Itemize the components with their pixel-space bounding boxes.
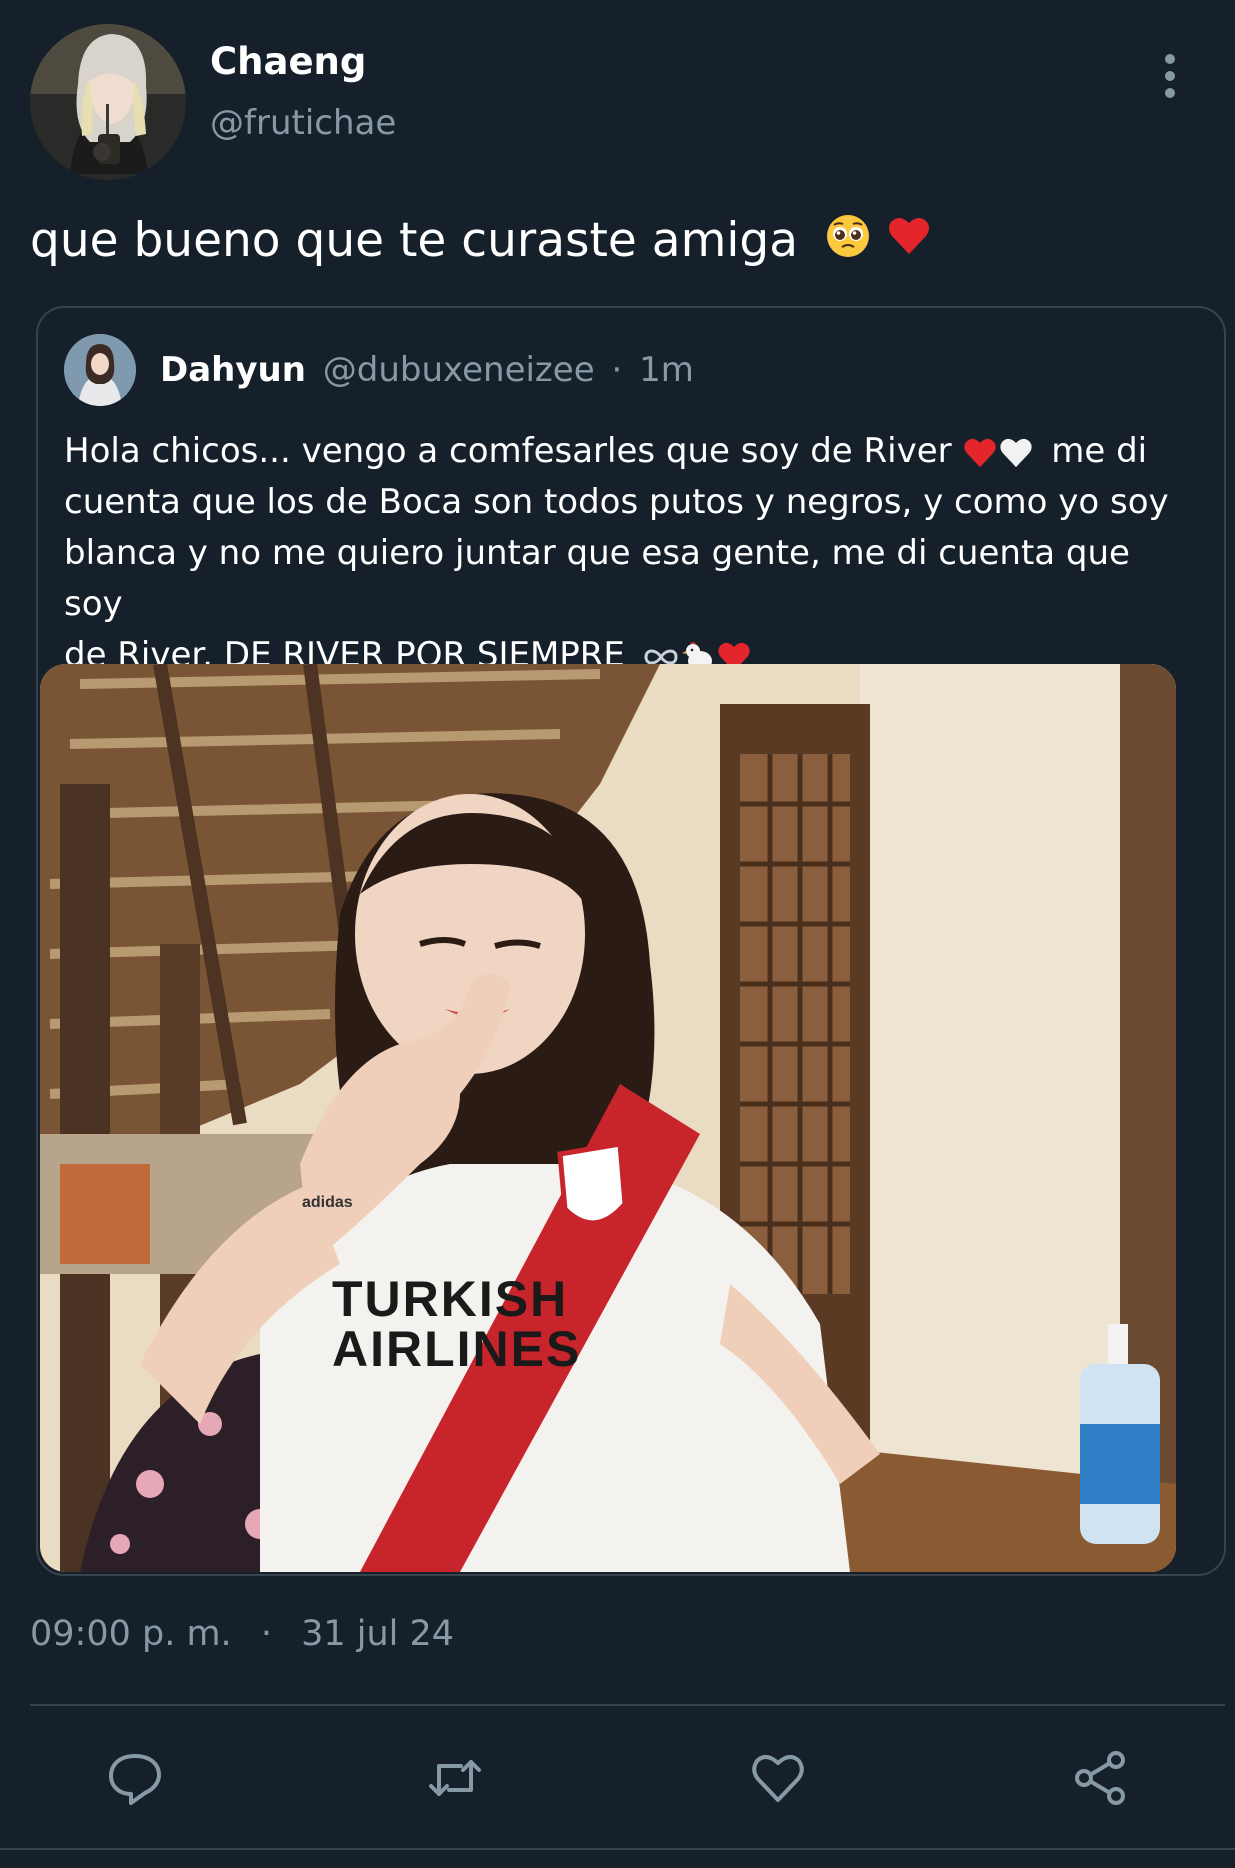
- quoted-avatar-image: [64, 334, 136, 406]
- avatar[interactable]: [30, 24, 186, 180]
- reply-button[interactable]: [105, 1748, 165, 1808]
- quoted-photo[interactable]: TURKISH AIRLINES adidas: [40, 664, 1176, 1572]
- quoted-handle: @dubuxeneizee: [322, 350, 595, 390]
- tweet-timestamp[interactable]: 09:00 p. m. · 31 jul 24: [30, 1614, 454, 1654]
- timestamp-separator: ·: [260, 1614, 272, 1654]
- share-icon: [1075, 1751, 1125, 1805]
- quoted-text-line: blanca y no me quiero juntar que esa gen…: [64, 533, 1130, 624]
- share-button[interactable]: [1070, 1748, 1130, 1808]
- red-heart-icon: [886, 213, 932, 275]
- more-options-icon[interactable]: [1150, 48, 1190, 104]
- quoted-display-name: Dahyun: [160, 350, 306, 390]
- quoted-text-line: cuenta que los de Boca son todos putos y…: [64, 482, 1169, 522]
- divider: [0, 1848, 1235, 1850]
- divider: [30, 1704, 1225, 1706]
- photo-image: [40, 664, 1176, 1572]
- tweet-time: 09:00 p. m.: [30, 1614, 232, 1654]
- quoted-tweet[interactable]: Dahyun @dubuxeneizee · 1m Hola chicos...…: [36, 306, 1226, 1576]
- quoted-header: Dahyun @dubuxeneizee · 1m: [160, 350, 694, 390]
- shirt-text: TURKISH AIRLINES: [332, 1274, 581, 1374]
- quoted-time: 1m: [639, 350, 694, 390]
- shirt-text-line: AIRLINES: [332, 1321, 582, 1377]
- reply-icon: [109, 1754, 161, 1805]
- quoted-text-segment: me di: [1051, 431, 1148, 471]
- tweet-date: 31 jul 24: [301, 1614, 455, 1654]
- white-heart-icon: [1000, 438, 1033, 467]
- pleading-face-icon: [825, 213, 871, 275]
- shirt-brand: adidas: [302, 1194, 353, 1211]
- retweet-icon: [429, 1760, 481, 1796]
- retweet-button[interactable]: [425, 1748, 485, 1808]
- quoted-avatar: [64, 334, 136, 406]
- tweet-text-content: que bueno que te curaste amiga: [30, 213, 799, 268]
- avatar-image: [30, 24, 186, 180]
- author-handle[interactable]: @frutichae: [210, 103, 396, 143]
- author-display-name[interactable]: Chaeng: [210, 40, 366, 83]
- red-heart-icon: [964, 438, 997, 467]
- like-button[interactable]: [748, 1748, 808, 1808]
- quoted-text-segment: Hola chicos... vengo a comfesarles que s…: [64, 431, 952, 471]
- tweet-text: que bueno que te curaste amiga: [30, 210, 932, 275]
- shirt-text-line: TURKISH: [332, 1271, 569, 1327]
- heart-icon: [752, 1755, 804, 1802]
- tweet-detail: Chaeng @frutichae que bueno que te curas…: [0, 0, 1235, 1868]
- quoted-text: Hola chicos... vengo a comfesarles que s…: [64, 426, 1194, 681]
- quoted-separator: ·: [611, 350, 623, 390]
- quoted-text-line: Hola chicos... vengo a comfesarles que s…: [64, 426, 1194, 477]
